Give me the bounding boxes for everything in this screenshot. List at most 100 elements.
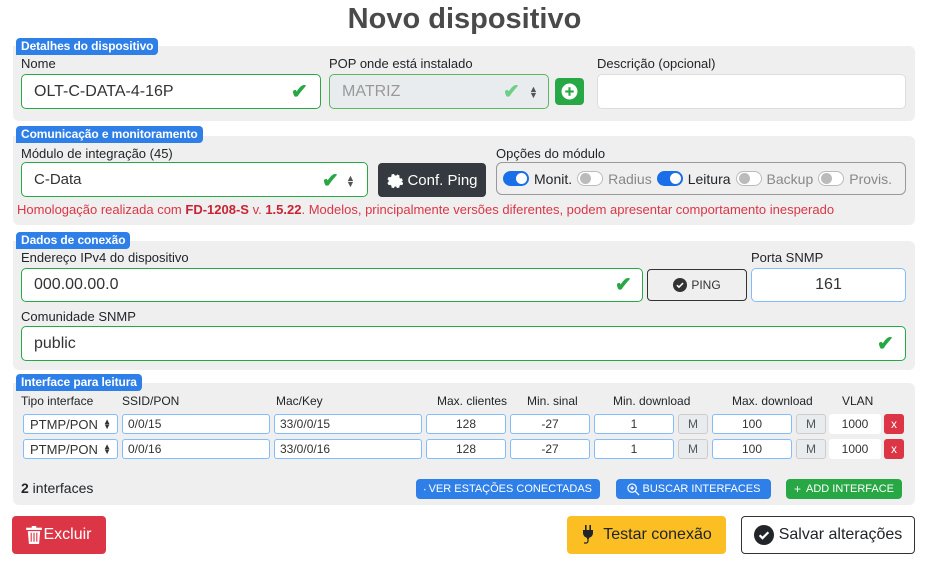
section-badge-connection: Dados de conexão [16,232,131,249]
delete-button[interactable]: Excluir [12,516,106,554]
toggle-monit[interactable]: Monit. [503,171,572,187]
col-header-ssid: SSID/PON [122,394,180,408]
module-label: Módulo de integração (45) [21,146,173,161]
name-label: Nome [21,56,56,71]
ping-button[interactable]: PING [647,269,747,301]
select-arrows-icon: ▲ ▼ [346,173,355,189]
toggle-label: Radius [608,170,652,187]
section-badge-communication: Comunicação e monitoramento [16,126,203,143]
port-input[interactable]: 161 [751,268,906,302]
version-number: 1.5.22 [265,202,302,217]
max-clients-input[interactable]: 128 [426,414,506,434]
col-header-max-clients: Max. clientes [437,394,508,408]
remove-row-button[interactable]: x [884,414,904,434]
page-title: Novo dispositivo [347,3,582,35]
view-stations-label: VER ESTAÇÕES CONECTADAS [428,483,592,495]
toggle-label: Monit. [534,170,573,187]
max-download-unit[interactable]: M [796,439,826,459]
section-badge-details: Detalhes do dispositivo [16,38,159,55]
min-download-unit[interactable]: M [678,414,708,434]
min-signal-input[interactable]: -27 [510,414,590,434]
toggle-label: Backup [766,170,814,187]
vlan-input[interactable]: 1000 [829,439,881,459]
module-options-label: Opções do módulo [496,146,606,161]
toggle-radius[interactable]: Radius [577,171,652,187]
max-download-unit[interactable]: M [796,414,826,434]
homologation-warning: Homologação realizada com FD-1208-S v. 1… [17,202,835,217]
col-header-type: Tipo interface [21,394,94,408]
check-icon: ✔ [322,170,339,192]
save-label: Salvar alterações [778,526,903,543]
section-badge-interfaces: Interface para leitura [16,374,142,391]
min-signal-input[interactable]: -27 [510,439,590,459]
select-arrows-icon: ▲ ▼ [529,84,538,100]
description-input[interactable] [597,74,906,109]
ip-label: Endereço IPv4 do dispositivo [21,250,189,265]
mac-input[interactable]: 33/0/0/16 [274,439,422,459]
check-icon: ✔ [291,81,308,103]
community-label: Comunidade SNMP [21,309,136,324]
description-label: Descrição (opcional) [597,56,716,71]
save-button[interactable]: Salvar alterações [741,516,915,554]
check-icon: ✔ [615,274,632,296]
mac-input[interactable]: 33/0/0/15 [274,414,422,434]
port-label: Porta SNMP [751,250,824,265]
toggle-switch[interactable] [577,171,604,186]
test-connection-button[interactable]: Testar conexão [567,516,726,554]
plus-icon: + [793,482,801,496]
col-header-min-signal: Min. sinal [527,394,578,408]
check-icon: ✔ [877,333,894,355]
name-input[interactable]: OLT-C-DATA-4-16P [21,74,321,109]
toggle-switch[interactable] [818,171,845,186]
zoom-in-icon [626,482,640,495]
test-connection-label: Testar conexão [603,526,712,543]
max-download-input[interactable]: 100 [712,414,792,434]
ssid-input[interactable]: 0/0/16 [122,439,270,459]
port-value: 161 [815,276,842,293]
search-interfaces-button[interactable]: BUSCAR INTERFACES [616,479,771,499]
module-select[interactable]: C-Data [21,162,368,197]
name-value: OLT-C-DATA-4-16P [34,82,174,100]
max-download-input[interactable]: 100 [712,439,792,459]
toggle-leitura[interactable]: Leitura [656,171,731,187]
add-pop-button[interactable] [555,78,584,105]
delete-label: Excluir [43,526,92,543]
gear-icon [387,173,404,188]
pop-label: POP onde está instalado [329,56,473,71]
col-header-max-download: Max. download [732,394,813,408]
add-interface-button[interactable]: + ADD INTERFACE [786,479,902,499]
min-download-unit[interactable]: M [678,439,708,459]
interface-type-select[interactable]: PTMP/PON ▲ ▼ [23,439,118,459]
remove-row-button[interactable]: x [884,439,904,459]
pop-value: MATRIZ [342,82,401,100]
toggle-switch[interactable] [656,171,683,186]
col-header-min-download: Min. download [613,394,691,408]
toggle-label: Provis. [849,170,893,187]
plus-circle-icon [561,83,578,100]
module-value: C-Data [34,171,82,188]
conf-ping-button[interactable]: Conf. Ping [378,163,486,197]
check-icon: ✔ [503,81,520,103]
min-download-input[interactable]: 1 [594,414,674,434]
min-download-input[interactable]: 1 [594,439,674,459]
toggle-backup[interactable]: Backup [735,170,814,187]
vlan-input[interactable]: 1000 [829,414,881,434]
community-input[interactable]: public [21,326,906,361]
toggle-provis[interactable]: Provis. [818,171,892,187]
add-interface-label: ADD INTERFACE [806,483,895,495]
toggle-switch[interactable] [503,171,529,186]
interface-count: 2 interfaces [21,480,94,496]
ip-input[interactable]: 000.00.00.0 [21,268,643,302]
community-value: public [34,334,76,352]
module-options-group: Monit. Radius Leitura Backup Provis. [496,162,906,195]
ping-label: PING [691,278,721,292]
toggle-switch[interactable] [735,171,762,186]
max-clients-input[interactable]: 128 [426,439,506,459]
ip-value: 000.00.00.0 [34,276,119,293]
col-header-vlan: VLAN [842,394,874,408]
trash-icon [26,526,43,544]
ssid-input[interactable]: 0/0/15 [122,414,270,434]
view-stations-button[interactable]: VER ESTAÇÕES CONECTADAS [416,479,600,499]
conf-ping-label: Conf. Ping [407,171,478,189]
interface-type-select[interactable]: PTMP/PON ▲ ▼ [23,414,118,434]
